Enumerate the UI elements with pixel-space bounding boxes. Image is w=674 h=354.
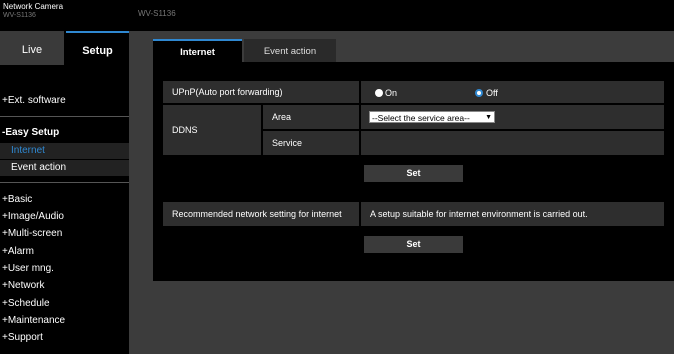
brand-logo: Network Camera WV-S1136 — [3, 2, 129, 29]
main-content: Internet Event action UPnP(Auto port for… — [153, 39, 674, 281]
recommended-label: Recommended network setting for internet — [163, 202, 359, 226]
recommended-set-button[interactable]: Set — [364, 236, 463, 253]
area-label: Area — [263, 105, 359, 129]
sidebar-item-alarm[interactable]: +Alarm — [2, 246, 34, 257]
tab-live[interactable]: Live — [0, 31, 64, 65]
sidebar-divider — [0, 182, 129, 183]
upnp-on-label: On — [385, 88, 398, 98]
brand-title: Network Camera — [3, 2, 64, 11]
brand-model: WV-S1136 — [3, 12, 36, 19]
tab-internet[interactable]: Internet — [153, 39, 242, 62]
upnp-off-radio[interactable] — [475, 89, 483, 97]
sidebar-item-schedule[interactable]: +Schedule — [2, 298, 50, 309]
sidebar-tabs: Live Setup — [0, 31, 129, 65]
area-select[interactable]: --Select the service area-- ▼ — [369, 111, 495, 123]
sidebar-item-maintenance[interactable]: +Maintenance — [2, 315, 65, 326]
chevron-down-icon: ▼ — [485, 114, 492, 121]
top-bar: Network Camera WV-S1136 WV-S1136 — [0, 0, 674, 31]
sidebar: Live Setup +Ext. software -Easy Setup In… — [0, 31, 129, 354]
service-cell — [361, 131, 664, 155]
sidebar-item-network[interactable]: +Network — [2, 280, 45, 291]
sidebar-item-support[interactable]: +Support — [2, 332, 43, 343]
sidebar-item-event-action[interactable]: Event action — [0, 160, 129, 176]
sidebar-item-ext-software[interactable]: +Ext. software — [2, 95, 66, 106]
service-label: Service — [263, 131, 359, 155]
upnp-label: UPnP(Auto port forwarding) — [163, 81, 359, 103]
camera-model-name: WV-S1136 — [138, 9, 176, 18]
ddns-label: DDNS — [163, 105, 261, 155]
tab-setup[interactable]: Setup — [66, 31, 129, 65]
recommended-description: A setup suitable for internet environmen… — [361, 202, 664, 226]
sidebar-item-user-mng[interactable]: +User mng. — [2, 263, 54, 274]
sidebar-item-internet[interactable]: Internet — [0, 143, 129, 159]
upnp-on-radio[interactable] — [375, 89, 383, 97]
sidebar-item-basic[interactable]: +Basic — [2, 194, 32, 205]
sidebar-divider — [0, 116, 129, 117]
upnp-options — [361, 81, 664, 103]
sidebar-item-multi-screen[interactable]: +Multi-screen — [2, 228, 62, 239]
upnp-off-label: Off — [486, 88, 498, 98]
tab-event-action[interactable]: Event action — [244, 39, 336, 62]
sidebar-item-image-audio[interactable]: +Image/Audio — [2, 211, 64, 222]
sidebar-item-easy-setup[interactable]: -Easy Setup — [2, 127, 59, 138]
set-button[interactable]: Set — [364, 165, 463, 182]
area-select-value: --Select the service area-- — [372, 113, 470, 123]
settings-panel: UPnP(Auto port forwarding) On Off DDNS A… — [153, 62, 674, 281]
